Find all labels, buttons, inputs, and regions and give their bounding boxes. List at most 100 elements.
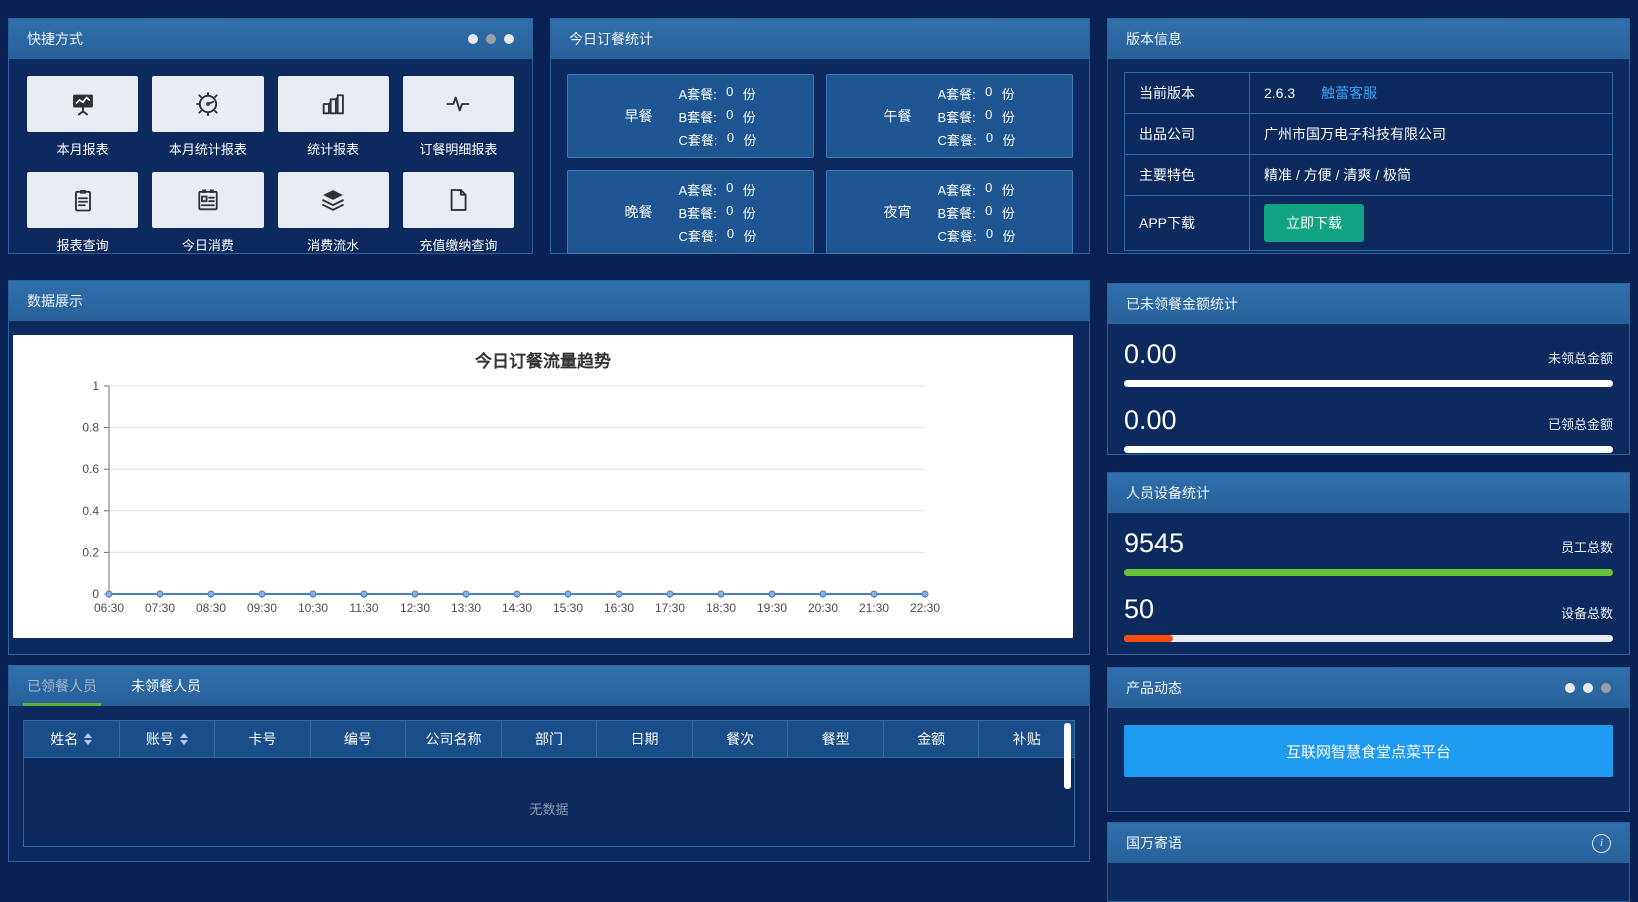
shortcut-item[interactable]: 消费流水 bbox=[278, 172, 389, 254]
svg-text:20:30: 20:30 bbox=[808, 601, 838, 615]
data-display-panel-header: 数据展示 bbox=[9, 281, 1089, 322]
svg-text:22:30: 22:30 bbox=[910, 601, 940, 615]
meal-set-value: 0 bbox=[984, 84, 994, 103]
meal-set-unit: 份 bbox=[1003, 226, 1016, 245]
meal-set-label: C套餐: bbox=[678, 226, 717, 245]
meal-set-unit: 份 bbox=[1003, 130, 1016, 149]
amount-stats-panel-header: 已未领餐金额统计 bbox=[1108, 284, 1629, 325]
stat-value: 9545 bbox=[1124, 528, 1184, 559]
shortcuts-panel-title: 快捷方式 bbox=[27, 19, 83, 59]
tab-未领餐人员[interactable]: 未领餐人员 bbox=[131, 666, 201, 706]
shortcut-tile bbox=[27, 76, 138, 132]
meal-row: A套餐:0份 bbox=[937, 180, 1015, 199]
shortcut-item[interactable]: 充值缴纳查询 bbox=[403, 172, 514, 254]
document-icon bbox=[443, 186, 473, 214]
carousel-dot[interactable] bbox=[504, 34, 514, 44]
personnel-stats-body: 9545员工总数50设备总数 bbox=[1108, 514, 1629, 674]
stat-value: 0.00 bbox=[1124, 339, 1177, 370]
shortcut-tile bbox=[278, 172, 389, 228]
shortcut-label: 订餐明细报表 bbox=[419, 139, 497, 158]
meal-set-label: B套餐: bbox=[678, 203, 716, 222]
svg-text:07:30: 07:30 bbox=[145, 601, 175, 615]
svg-text:0.4: 0.4 bbox=[82, 504, 99, 518]
diner-table-panel: 已领餐人员未领餐人员 姓名账号卡号编号公司名称部门日期餐次餐型金额补贴 无数据 bbox=[8, 665, 1090, 862]
meal-row: B套餐:0份 bbox=[678, 203, 756, 222]
company-value: 广州市国万电子科技有限公司 bbox=[1250, 114, 1613, 155]
shortcut-item[interactable]: 订餐明细报表 bbox=[403, 76, 514, 158]
column-label: 金额 bbox=[917, 729, 945, 749]
carousel-dot[interactable] bbox=[1583, 683, 1593, 693]
meal-row: C套餐:0份 bbox=[937, 226, 1015, 245]
svg-text:21:30: 21:30 bbox=[859, 601, 889, 615]
carousel-dot[interactable] bbox=[468, 34, 478, 44]
table-empty-text: 无数据 bbox=[24, 758, 1074, 858]
shortcut-label: 消费流水 bbox=[307, 235, 359, 254]
meal-set-unit: 份 bbox=[743, 203, 756, 222]
column-header: 部门 bbox=[502, 721, 598, 758]
stat-progress-fill bbox=[1124, 635, 1173, 642]
shortcut-label: 报表查询 bbox=[57, 235, 109, 254]
chart-svg: 00.20.40.60.8106:3007:3008:3009:3010:301… bbox=[13, 372, 1063, 634]
shortcut-item[interactable]: 报表查询 bbox=[27, 172, 138, 254]
shortcut-item[interactable]: 本月统计报表 bbox=[152, 76, 263, 158]
meal-set-label: B套餐: bbox=[937, 203, 975, 222]
personnel-stats-panel-header: 人员设备统计 bbox=[1108, 473, 1629, 514]
column-header: 补贴 bbox=[979, 721, 1074, 758]
carousel-dot[interactable] bbox=[486, 34, 496, 44]
stat-progress-fill bbox=[1124, 446, 1613, 453]
shortcut-tile bbox=[27, 172, 138, 228]
meal-set-value: 0 bbox=[984, 107, 994, 126]
meal-set-value: 0 bbox=[725, 84, 735, 103]
today-orders-panel-title: 今日订餐统计 bbox=[569, 19, 653, 59]
column-header[interactable]: 姓名 bbox=[24, 721, 120, 758]
column-label: 部门 bbox=[535, 729, 563, 749]
meal-set-value: 0 bbox=[726, 130, 736, 149]
column-header: 公司名称 bbox=[406, 721, 502, 758]
shortcut-label: 统计报表 bbox=[307, 139, 359, 158]
shortcut-tile bbox=[152, 76, 263, 132]
meal-row: A套餐:0份 bbox=[678, 180, 756, 199]
customer-service-link[interactable]: 触蕾客服 bbox=[1321, 85, 1377, 101]
carousel-dot[interactable] bbox=[1565, 683, 1575, 693]
stat-label: 未领总金额 bbox=[1548, 348, 1613, 367]
today-orders-panel-header: 今日订餐统计 bbox=[551, 19, 1089, 60]
carousel-dot[interactable] bbox=[1601, 683, 1611, 693]
stat-group: 0.00 未领总金额 bbox=[1124, 339, 1613, 387]
svg-text:19:30: 19:30 bbox=[757, 601, 787, 615]
product-banner[interactable]: 互联网智慧食堂点菜平台 bbox=[1124, 725, 1613, 777]
stat-progress-bar bbox=[1124, 446, 1613, 453]
column-label: 补贴 bbox=[1013, 729, 1041, 749]
stat-value: 0.00 bbox=[1124, 405, 1177, 436]
chart-title: 今日订餐流量趋势 bbox=[13, 335, 1073, 372]
info-icon[interactable]: i bbox=[1592, 834, 1611, 853]
meal-row: B套餐:0份 bbox=[678, 107, 756, 126]
tab-已领餐人员[interactable]: 已领餐人员 bbox=[27, 666, 97, 706]
meal-set-value: 0 bbox=[985, 226, 995, 245]
table-scrollbar[interactable] bbox=[1064, 723, 1071, 789]
meal-set-label: A套餐: bbox=[937, 180, 975, 199]
svg-text:18:30: 18:30 bbox=[706, 601, 736, 615]
shortcut-grid: 本月报表本月统计报表统计报表 订餐明细报表报表查询 今日消费消费流水 充值缴纳查询 bbox=[9, 60, 532, 270]
svg-text:11:30: 11:30 bbox=[349, 601, 378, 615]
message-panel: 国万寄语 i bbox=[1107, 822, 1630, 902]
column-label: 姓名 bbox=[50, 729, 78, 749]
column-header[interactable]: 账号 bbox=[120, 721, 216, 758]
meal-row: C套餐:0份 bbox=[678, 130, 756, 149]
version-info-panel: 版本信息 当前版本 2.6.3触蕾客服 出品公司 广州市国万电子科技有限公司 主… bbox=[1107, 18, 1630, 254]
personnel-stats-panel: 人员设备统计 9545员工总数50设备总数 bbox=[1107, 472, 1630, 655]
shortcut-item[interactable]: 统计报表 bbox=[278, 76, 389, 158]
svg-text:10:30: 10:30 bbox=[298, 601, 328, 615]
column-label: 账号 bbox=[146, 729, 174, 749]
stat-group: 0.00已领总金额 bbox=[1124, 405, 1613, 453]
meal-row: A套餐:0份 bbox=[937, 84, 1015, 103]
data-display-panel: 数据展示 今日订餐流量趋势 00.20.40.60.8106:3007:3008… bbox=[8, 280, 1090, 655]
meal-set-unit: 份 bbox=[1002, 203, 1015, 222]
meal-set-label: A套餐: bbox=[678, 84, 716, 103]
product-news-panel-header: 产品动态 bbox=[1108, 668, 1629, 709]
version-table: 当前版本 2.6.3触蕾客服 出品公司 广州市国万电子科技有限公司 主要特色 精… bbox=[1124, 72, 1613, 251]
shortcut-item[interactable]: 本月报表 bbox=[27, 76, 138, 158]
amount-stats-panel-title: 已未领餐金额统计 bbox=[1126, 284, 1238, 324]
meal-row: C套餐:0份 bbox=[678, 226, 756, 245]
download-now-button[interactable]: 立即下载 bbox=[1264, 204, 1364, 242]
shortcut-item[interactable]: 今日消费 bbox=[152, 172, 263, 254]
